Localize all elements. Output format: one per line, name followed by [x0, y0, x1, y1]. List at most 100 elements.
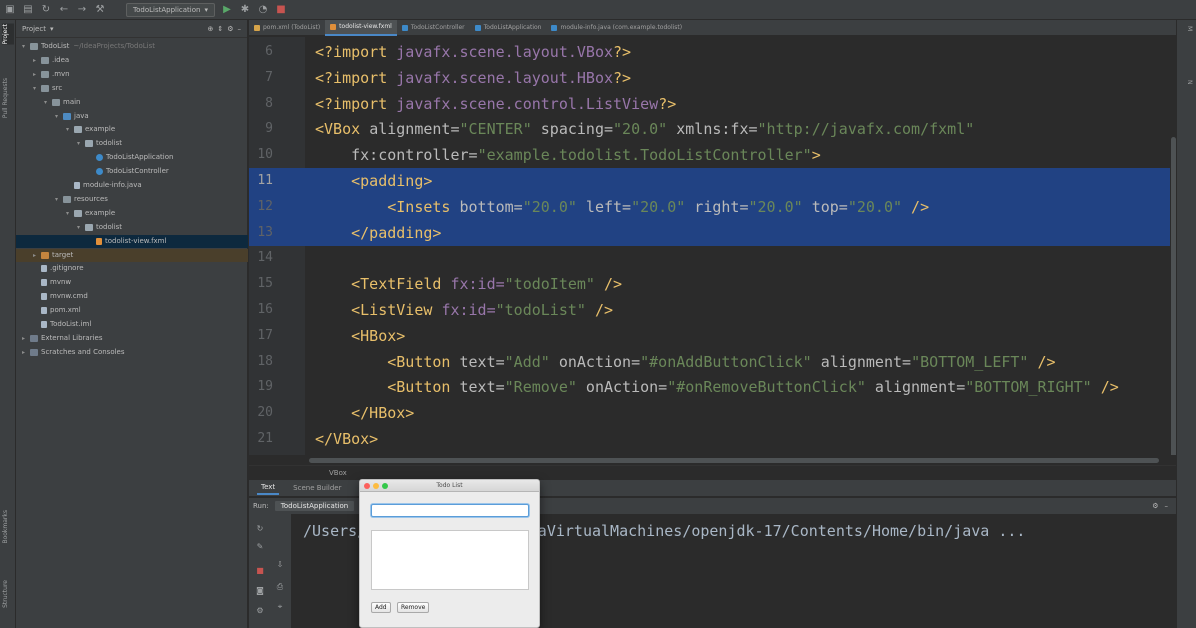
code-line[interactable]: 13 </padding> — [249, 219, 1176, 246]
code-line[interactable]: 18 <Button text="Add" onAction="#onAddBu… — [249, 349, 1176, 375]
tree-item[interactable]: .gitignore — [16, 262, 248, 275]
add-button[interactable]: Add — [371, 602, 391, 613]
save-icon[interactable]: ▤ — [22, 4, 34, 16]
todo-list-titlebar[interactable]: Todo List — [360, 480, 539, 492]
code-line[interactable]: 11 <padding> — [249, 168, 1176, 194]
code-line[interactable]: 17 <HBox> — [249, 323, 1176, 349]
minimize-icon[interactable]: – — [238, 25, 242, 33]
stop-icon[interactable]: ■ — [255, 566, 265, 576]
tree-item[interactable]: ▸ .mvn — [16, 68, 248, 81]
chevron-down-icon[interactable]: ▾ — [77, 221, 85, 234]
chevron-right-icon[interactable]: ▸ — [33, 249, 41, 262]
editor-breadcrumb[interactable]: VBox — [249, 465, 1176, 480]
remove-button[interactable]: Remove — [397, 602, 430, 613]
chevron-down-icon[interactable]: ▾ — [22, 40, 30, 53]
pin-icon[interactable]: ⌖ — [275, 602, 285, 612]
gear-icon[interactable]: ⚙ — [1152, 502, 1158, 510]
gear-icon[interactable]: ⚙ — [227, 25, 233, 33]
code-line[interactable]: 8 <?import javafx.scene.control.ListView?… — [249, 91, 1176, 117]
code-line[interactable]: 9 <VBox alignment="CENTER" spacing="20.0"… — [249, 116, 1176, 142]
tree-item[interactable]: ▾ java — [16, 110, 248, 123]
editor-tab[interactable]: todolist-view.fxml — [325, 19, 397, 36]
chevron-down-icon[interactable]: ▾ — [55, 193, 63, 206]
tree-item[interactable]: ▾ example — [16, 207, 248, 220]
pull-requests-tool-tab[interactable]: Pull Requests — [2, 78, 14, 118]
tree-item[interactable]: ▾ TodoList ~/IdeaProjects/TodoList — [16, 40, 248, 53]
structure-tool-tab[interactable]: Structure — [2, 580, 14, 608]
chevron-down-icon[interactable]: ▾ — [55, 110, 63, 123]
chevron-down-icon[interactable]: ▾ — [66, 123, 74, 136]
code-line[interactable]: 16 <ListView fx:id="todoList" /> — [249, 297, 1176, 323]
build-hammer-icon[interactable]: ⚒ — [94, 4, 106, 16]
code-line[interactable]: 6 <?import javafx.scene.layout.VBox?> — [249, 39, 1176, 65]
tree-item[interactable]: ▾ todolist — [16, 137, 248, 150]
todo-item-input[interactable] — [371, 504, 529, 517]
tree-item[interactable]: ▸ External Libraries — [16, 332, 248, 345]
chevron-down-icon[interactable]: ▾ — [44, 96, 52, 109]
camera-icon[interactable]: ◙ — [255, 586, 265, 596]
tree-item[interactable]: TodoListApplication — [16, 151, 248, 164]
editor-tab[interactable]: TodoListController — [397, 20, 470, 36]
editor-tab[interactable]: module-info.java (com.example.todolist) — [546, 20, 687, 36]
chevron-down-icon[interactable]: ▾ — [66, 207, 74, 220]
open-folder-icon[interactable]: ▣ — [4, 4, 16, 16]
tree-item[interactable]: ▾ main — [16, 96, 248, 109]
chevron-right-icon[interactable]: ▸ — [33, 68, 41, 81]
tree-item[interactable]: ▸ target — [16, 248, 248, 262]
run-icon[interactable]: ▶ — [221, 4, 233, 16]
settings-icon[interactable]: ⚙ — [255, 606, 265, 616]
minimize-icon[interactable]: – — [1165, 502, 1169, 510]
scroll-to-end-icon[interactable]: ⇩ — [275, 560, 285, 570]
tree-item[interactable]: ▾ src — [16, 82, 248, 95]
chevron-right-icon[interactable]: ▸ — [22, 346, 30, 359]
code-line[interactable]: 7 <?import javafx.scene.layout.HBox?> — [249, 65, 1176, 91]
code-line[interactable]: 10 fx:controller="example.todolist.TodoL… — [249, 142, 1176, 168]
notifications-tool-tab[interactable]: N — [1181, 80, 1193, 85]
chevron-down-icon[interactable]: ▾ — [33, 82, 41, 95]
rerun-icon[interactable]: ↻ — [255, 524, 265, 534]
back-icon[interactable]: ← — [58, 4, 70, 16]
locate-icon[interactable]: ⊕ — [207, 25, 213, 33]
sync-icon[interactable]: ↻ — [40, 4, 52, 16]
tree-item[interactable]: ▸ .idea — [16, 54, 248, 67]
scene-builder-tab[interactable]: Scene Builder — [289, 482, 345, 494]
code-line[interactable]: 12 <Insets bottom="20.0" left="20.0" rig… — [249, 193, 1176, 220]
collapse-all-icon[interactable]: ⇕ — [217, 25, 223, 33]
project-tool-tab[interactable]: Project — [2, 24, 14, 45]
tree-item[interactable]: TodoListController — [16, 165, 248, 178]
editor-tab[interactable]: pom.xml (TodoList) — [249, 20, 325, 36]
forward-icon[interactable]: → — [76, 4, 88, 16]
maven-tool-tab[interactable]: M — [1181, 26, 1193, 31]
chevron-down-icon[interactable]: ▾ — [50, 25, 54, 33]
stop-icon[interactable]: ■ — [275, 4, 287, 16]
chevron-right-icon[interactable]: ▸ — [33, 54, 41, 67]
tree-item[interactable]: ▸ Scratches and Consoles — [16, 346, 248, 359]
code-line[interactable]: 20 </HBox> — [249, 400, 1176, 426]
tree-item[interactable]: mvnw — [16, 276, 248, 289]
bookmarks-tool-tab[interactable]: Bookmarks — [2, 510, 14, 544]
project-panel-title[interactable]: Project — [22, 25, 46, 33]
coverage-icon[interactable]: ◔ — [257, 4, 269, 16]
wrench-icon[interactable]: ✎ — [255, 542, 265, 552]
tree-item[interactable]: ▾ example — [16, 123, 248, 136]
editor-horizontal-scrollbar[interactable] — [249, 455, 1176, 465]
todo-list-view[interactable] — [371, 530, 529, 590]
code-editor[interactable]: 6 <?import javafx.scene.layout.VBox?> 7 <?i… — [249, 37, 1176, 465]
run-configuration-dropdown[interactable]: TodoListApplication ▾ — [126, 2, 215, 17]
tree-item[interactable]: todolist-view.fxml — [16, 234, 248, 248]
editor-tab[interactable]: TodoListApplication — [470, 20, 547, 36]
chevron-right-icon[interactable]: ▸ — [22, 332, 30, 345]
code-line[interactable]: 19 <Button text="Remove" onAction="#onRe… — [249, 374, 1176, 400]
print-icon[interactable]: ⎙ — [275, 582, 285, 592]
tree-item[interactable]: pom.xml — [16, 304, 248, 317]
code-line[interactable]: 14 — [249, 245, 1176, 271]
tree-item[interactable]: mvnw.cmd — [16, 290, 248, 303]
tree-item[interactable]: ▾ todolist — [16, 221, 248, 234]
tree-item[interactable]: module-info.java — [16, 179, 248, 192]
code-line[interactable]: 15 <TextField fx:id="todoItem" /> — [249, 271, 1176, 297]
debug-icon[interactable]: ✱ — [239, 4, 251, 16]
tree-item[interactable]: ▾ resources — [16, 193, 248, 206]
code-line[interactable]: 21 </VBox> — [249, 426, 1176, 452]
chevron-down-icon[interactable]: ▾ — [77, 137, 85, 150]
run-tab-todolist-application[interactable]: TodoListApplication — [274, 501, 355, 511]
